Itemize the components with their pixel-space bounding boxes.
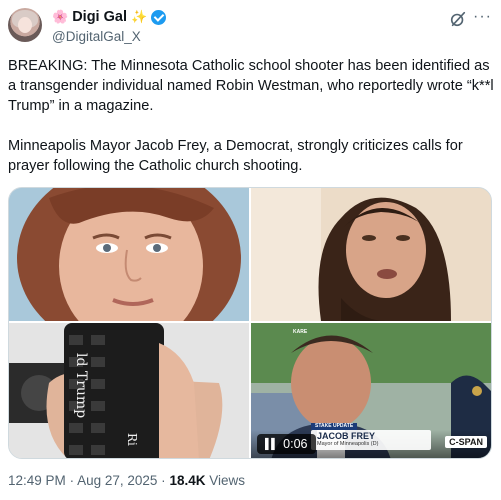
media-image-1[interactable] <box>9 188 249 321</box>
meta-separator: · <box>69 473 75 488</box>
flower-emoji: 🌸 <box>52 9 69 25</box>
verified-badge-icon[interactable] <box>151 9 167 25</box>
avatar[interactable] <box>8 8 42 42</box>
news-chyron: STAKE UPDATE JACOB FREY Mayor of Minneap… <box>311 423 431 450</box>
views-label: Views <box>209 473 246 488</box>
portrait-photo-1 <box>9 188 249 321</box>
avatar-face <box>18 17 32 33</box>
chyron-label: STAKE UPDATE <box>311 423 358 430</box>
meta-separator-2: · <box>161 473 166 488</box>
video-play-pause-button[interactable]: ▌▌ 0:06 <box>257 434 316 454</box>
network-logo: C-SPAN <box>445 436 487 448</box>
tweet-meta: 12:49 PM · Aug 27, 2025 · 18.4K Views <box>8 473 245 488</box>
magazine-handwriting-2: Ri <box>125 433 139 446</box>
media-video[interactable]: KARE STAKE UPDATE JACOB FREY Mayor of Mi… <box>251 323 491 458</box>
video-duration: 0:06 <box>283 437 308 451</box>
chyron-name: JACOB FREY <box>317 431 376 441</box>
kare-tag: KARE <box>293 329 308 335</box>
author-display-name[interactable]: Digi Gal <box>72 9 127 25</box>
tweet-paragraph-1: BREAKING: The Minnesota Catholic school … <box>8 58 494 114</box>
sparkle-emoji: ✨ <box>130 9 148 25</box>
tweet-paragraph-2: Minneapolis Mayor Jacob Frey, a Democrat… <box>8 138 463 174</box>
more-options-icon[interactable]: ··· <box>473 9 491 28</box>
grok-icon[interactable] <box>449 10 467 28</box>
chyron-title: Mayor of Minneapolis (D) <box>317 441 379 447</box>
media-image-2[interactable] <box>251 188 491 321</box>
author-name-row[interactable]: 🌸 Digi Gal ✨ <box>52 9 167 25</box>
views-count[interactable]: 18.4K <box>169 473 205 488</box>
portrait-photo-2 <box>251 188 491 321</box>
tweet-time[interactable]: 12:49 PM <box>8 473 66 488</box>
tweet-body: BREAKING: The Minnesota Catholic school … <box>8 56 494 176</box>
media-image-3[interactable]: ld Trump Ri <box>9 323 249 458</box>
author-handle[interactable]: @DigitalGal_X <box>52 29 141 44</box>
pause-icon[interactable]: ▌▌ <box>265 439 278 450</box>
magazine-handwriting: ld Trump <box>73 353 89 419</box>
tweet-header: 🌸 Digi Gal ✨ @DigitalGal_X ··· <box>8 8 493 48</box>
tweet-date[interactable]: Aug 27, 2025 <box>77 473 157 488</box>
media-grid: ld Trump Ri KARE STAKE UPDATE JACOB FREY… <box>8 187 492 459</box>
